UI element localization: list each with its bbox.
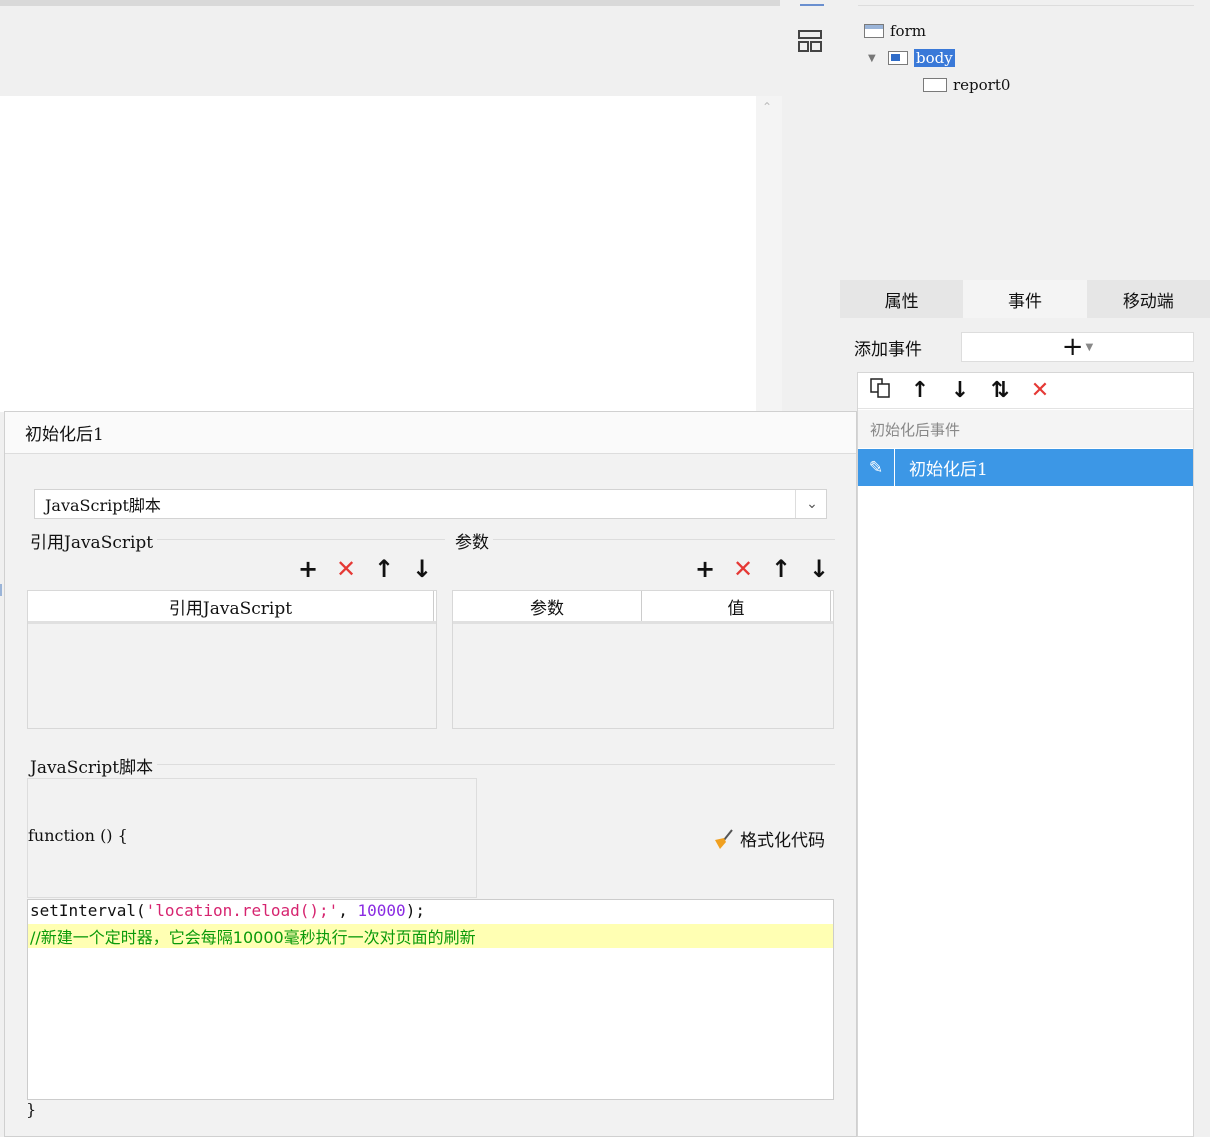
function-closing-brace: } [26, 1100, 37, 1119]
tree-node-body[interactable]: ▼ body [868, 47, 955, 69]
divider [858, 5, 1194, 6]
format-code-label: 格式化代码 [740, 831, 825, 851]
canvas-edge-marker [0, 584, 2, 596]
column-header-ref-js[interactable]: 引用JavaScript [28, 591, 434, 621]
divider [455, 539, 835, 540]
structure-panel [840, 0, 1210, 280]
tree-node-form[interactable]: form [864, 20, 926, 42]
tree-node-label: report0 [953, 76, 1011, 94]
canvas-top-scrollbar[interactable] [0, 0, 780, 6]
delete-icon[interactable]: ✕ [731, 555, 755, 583]
add-event-button[interactable]: + ▼ [961, 332, 1194, 362]
property-tabs: 属性 事件 移动端 [840, 280, 1210, 318]
event-item-label: 初始化后1 [909, 460, 988, 480]
script-section-title: JavaScript脚本 [30, 753, 158, 778]
tree-node-label: body [914, 49, 955, 67]
column-header-param[interactable]: 参数 [453, 591, 642, 621]
event-group-header: 初始化后事件 [858, 410, 1193, 448]
move-down-icon[interactable]: ↓ [948, 378, 972, 403]
ref-js-section-title: 引用JavaScript [30, 528, 158, 553]
add-icon[interactable]: + [296, 555, 320, 583]
params-toolbar: + ✕ ↑ ↓ [693, 555, 831, 583]
event-list-panel [857, 372, 1194, 1137]
vertical-toolbar [782, 0, 838, 412]
code-token-end: ); [405, 901, 425, 920]
delete-icon[interactable]: ✕ [334, 555, 358, 583]
chevron-down-icon[interactable]: ⌄ [795, 490, 828, 518]
move-bottom-icon[interactable]: ⇅ [988, 378, 1012, 403]
plus-icon: + [1061, 332, 1084, 362]
code-comment-line: //新建一个定时器，它会每隔10000毫秒执行一次对页面的刷新 [28, 924, 833, 948]
ref-js-toolbar: + ✕ ↑ ↓ [296, 555, 434, 583]
move-up-icon[interactable]: ↑ [769, 555, 793, 583]
design-canvas[interactable] [0, 96, 756, 412]
move-down-icon[interactable]: ↓ [807, 555, 831, 583]
params-table[interactable]: 参数 值 [452, 590, 834, 729]
copy-icon[interactable] [868, 376, 892, 406]
move-down-icon[interactable]: ↓ [410, 555, 434, 583]
code-token-separator: , [338, 901, 358, 920]
event-toolbar: ↑ ↓ ⇅ ✕ [858, 373, 1193, 409]
script-type-select[interactable]: JavaScript脚本 [34, 489, 827, 519]
table-header: 参数 值 [453, 591, 833, 624]
edit-icon[interactable]: ✎ [858, 449, 895, 486]
tab-mobile[interactable]: 移动端 [1087, 280, 1210, 318]
scroll-up-icon[interactable]: ⌃ [762, 100, 776, 114]
report-icon [923, 78, 947, 92]
event-list-item[interactable]: ✎ 初始化后1 [858, 449, 1193, 486]
canvas-header-area [0, 0, 780, 96]
code-token-function: setInterval( [30, 901, 146, 920]
toolbar-top-icon[interactable] [800, 0, 824, 6]
layout-icon[interactable] [797, 28, 823, 54]
tree-node-label: form [890, 22, 926, 40]
ref-js-table[interactable]: 引用JavaScript [27, 590, 437, 729]
column-header-value[interactable]: 值 [642, 591, 831, 621]
canvas-vertical-scrollbar[interactable] [756, 96, 782, 412]
function-signature: function () { [28, 826, 128, 845]
code-token-string: 'location.reload();' [145, 901, 339, 920]
tab-properties[interactable]: 属性 [840, 280, 963, 318]
add-event-label: 添加事件 [854, 340, 922, 360]
dialog-title: 初始化后1 [5, 412, 856, 454]
broom-icon [712, 828, 734, 850]
params-section-title: 参数 [455, 528, 493, 553]
delete-icon[interactable]: ✕ [1028, 378, 1052, 403]
table-header: 引用JavaScript [28, 591, 436, 624]
format-code-button[interactable]: 格式化代码 [712, 826, 825, 851]
move-up-icon[interactable]: ↑ [372, 555, 396, 583]
tree-node-report0[interactable]: report0 [923, 74, 1010, 96]
code-token-number: 10000 [357, 901, 406, 920]
tab-events[interactable]: 事件 [963, 280, 1087, 318]
dropdown-arrow-icon: ▼ [1085, 341, 1094, 353]
move-up-icon[interactable]: ↑ [908, 378, 932, 403]
code-editor[interactable]: setInterval('location.reload();', 10000)… [27, 899, 834, 1100]
add-icon[interactable]: + [693, 555, 717, 583]
expand-arrow-icon[interactable]: ▼ [868, 53, 888, 64]
form-icon [864, 24, 884, 38]
body-icon [888, 51, 908, 65]
code-line: setInterval('location.reload();', 10000)… [30, 901, 425, 920]
